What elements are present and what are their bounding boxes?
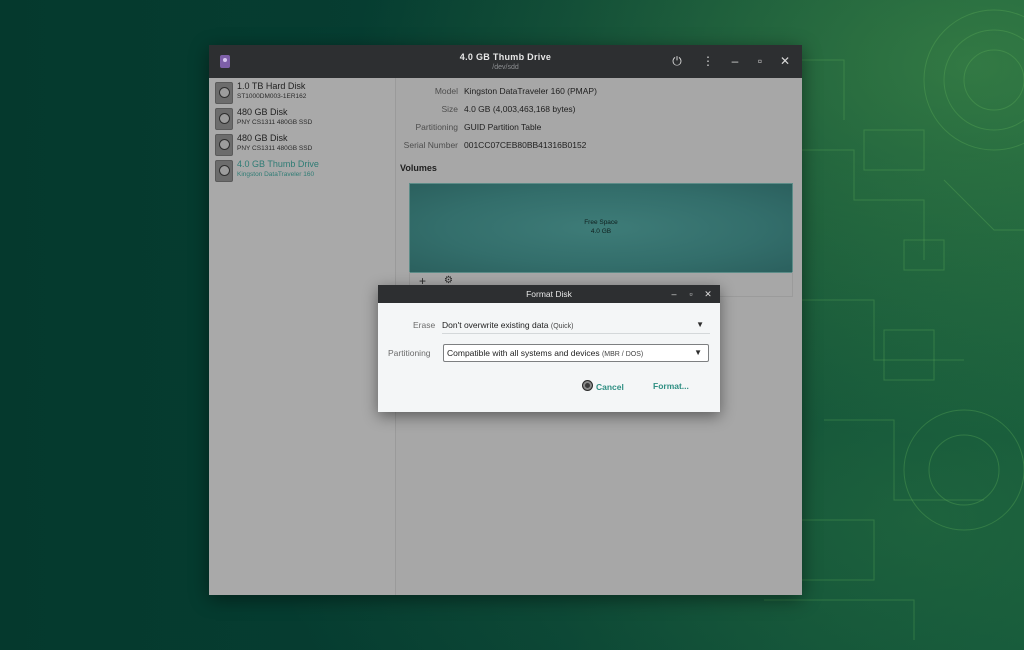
partitioning-dropdown[interactable]: Compatible with all systems and devices … (443, 344, 709, 362)
size-value: 4.0 GB (4,003,463,168 bytes) (464, 104, 576, 114)
cancel-label: Cancel (596, 382, 624, 392)
close-icon[interactable]: ✕ (702, 287, 714, 301)
model-label: Model (434, 86, 458, 96)
close-icon[interactable]: ✕ (777, 53, 793, 69)
partitioning-label: Partitioning (415, 122, 458, 132)
hard-disk-icon (215, 82, 233, 104)
disk-name: 1.0 TB Hard Disk (237, 81, 306, 91)
disk-model: Kingston DataTraveler 160 (237, 171, 315, 178)
erase-label: Erase (413, 320, 436, 330)
usb-drive-icon (215, 160, 233, 182)
maximize-icon[interactable]: ▫ (752, 53, 768, 69)
disk-model: ST1000DM003-1ER162 (237, 93, 307, 100)
power-icon[interactable]: ⏻ (669, 53, 685, 69)
disk-list-sidebar: 1.0 TB Hard Disk ST1000DM003-1ER162 480 … (209, 78, 396, 595)
chevron-down-icon: ▼ (694, 348, 702, 357)
disk-item-thumb-drive[interactable]: 4.0 GB Thumb Drive Kingston DataTraveler… (215, 158, 393, 182)
free-space-segment[interactable]: Free Space 4.0 GB (409, 183, 793, 273)
volumes-heading: Volumes (400, 163, 437, 173)
maximize-icon[interactable]: ▫ (685, 287, 697, 301)
partitioning-row: Partitioning GUID Partition Table (396, 122, 802, 136)
erase-value: Don't overwrite existing data (442, 320, 549, 330)
partitioning-value: GUID Partition Table (464, 122, 542, 132)
partitioning-label: Partitioning (388, 348, 431, 358)
size-row: Size 4.0 GB (4,003,463,168 bytes) (396, 104, 802, 118)
erase-hint: (Quick) (550, 323, 574, 330)
model-value: Kingston DataTraveler 160 (PMAP) (464, 86, 597, 96)
partitioning-value: Compatible with all systems and devices (447, 348, 600, 358)
kebab-menu-icon[interactable]: ⋮ (700, 53, 716, 69)
disk-item-480gb-1[interactable]: 480 GB Disk PNY CS1311 480GB SSD (215, 106, 393, 130)
disk-item-1tb[interactable]: 1.0 TB Hard Disk ST1000DM003-1ER162 (215, 80, 393, 104)
dialog-titlebar: Format Disk – ▫ ✕ (378, 285, 720, 303)
serial-value: 001CC07CEB80BB41316B0152 (464, 140, 587, 150)
serial-row: Serial Number 001CC07CEB80BB41316B0152 (396, 140, 802, 154)
segment-label: Free Space (584, 219, 618, 226)
format-button[interactable]: Format... (653, 381, 689, 391)
minimize-icon[interactable]: – (668, 287, 680, 301)
cancel-icon (582, 380, 593, 391)
serial-label: Serial Number (403, 140, 458, 150)
disk-name: 480 GB Disk (237, 107, 288, 117)
minimize-icon[interactable]: – (727, 53, 743, 69)
disk-name: 480 GB Disk (237, 133, 288, 143)
format-disk-dialog: Format Disk – ▫ ✕ Erase Don't overwrite … (378, 285, 720, 412)
circuit-pattern (764, 9, 1024, 640)
window-titlebar: 4.0 GB Thumb Drive /dev/sdd ⏻ ⋮ – ▫ ✕ (209, 45, 802, 78)
model-row: Model Kingston DataTraveler 160 (PMAP) (396, 86, 802, 100)
disk-name: 4.0 GB Thumb Drive (237, 159, 319, 169)
erase-dropdown[interactable]: Don't overwrite existing data (Quick) ▼ (442, 317, 710, 334)
disk-item-480gb-2[interactable]: 480 GB Disk PNY CS1311 480GB SSD (215, 132, 393, 156)
cancel-button[interactable]: Cancel (582, 380, 624, 394)
partitioning-hint: (MBR / DOS) (601, 351, 644, 358)
disk-model: PNY CS1311 480GB SSD (237, 145, 313, 152)
hard-disk-icon (215, 108, 233, 130)
chevron-down-icon: ▼ (696, 320, 704, 329)
hard-disk-icon (215, 134, 233, 156)
disk-model: PNY CS1311 480GB SSD (237, 119, 313, 126)
size-label: Size (441, 104, 458, 114)
segment-size: 4.0 GB (590, 228, 612, 235)
